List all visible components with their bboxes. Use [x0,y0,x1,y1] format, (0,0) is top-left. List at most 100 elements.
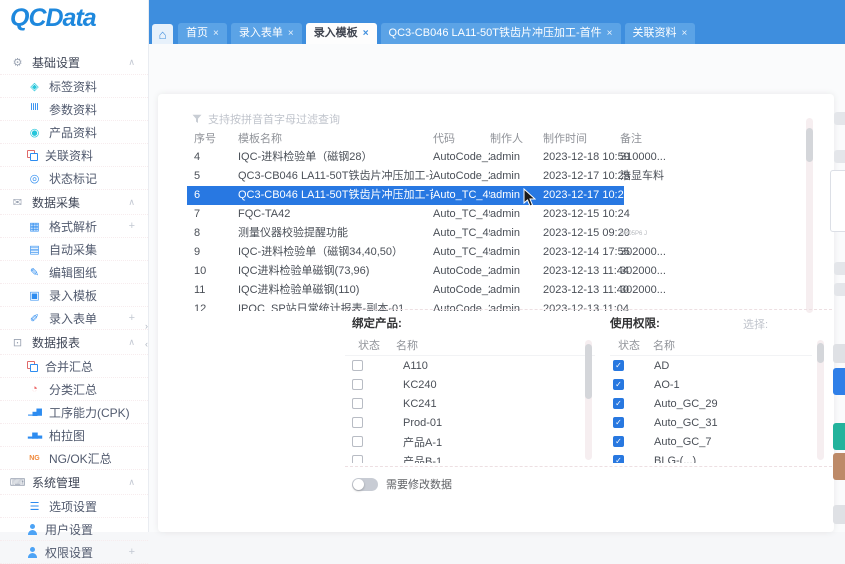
list-item[interactable]: AD [610,356,812,375]
sidebar-item[interactable]: ▁▄▇ 工序能力(CPK) [0,401,148,424]
tab[interactable]: 录入表单 [231,23,302,44]
sidebar-item[interactable]: ◈ 标签资料 [0,75,148,98]
pane-expand-handle-icon[interactable]: › [145,322,148,331]
permissions-scrollbar[interactable] [817,340,824,460]
sidebar-item[interactable]: ◎ 状态标记 [0,167,148,190]
product-checkbox[interactable] [352,436,363,447]
table-row[interactable]: 11 IQC进料检验单磁钢(110) AutoCode_20... admin … [187,281,672,300]
sidebar-item[interactable]: 关联资料 [0,144,148,167]
clipped-button[interactable] [833,505,845,524]
product-checkbox[interactable] [352,360,363,371]
list-item[interactable]: AO-1 [610,375,812,394]
sidebar-item[interactable]: ◉ 产品资料 [0,121,148,144]
sidebar-item[interactable]: ⚙ 基础设置 [0,50,148,75]
sidebar-item[interactable]: ✐ 录入表单 [0,307,148,330]
cell-code: AutoCode_20... [433,262,490,281]
sidebar-item[interactable]: 用户设置 [0,518,148,541]
ngok-icon: NG [27,455,42,462]
tab-close-icon[interactable] [213,23,219,44]
tab[interactable]: 关联资料 [625,23,696,44]
sidebar: QCData ⚙ 基础设置 ◈ 标签资料 ≣ 参数资料 [0,0,149,532]
clipped-button[interactable] [833,344,845,363]
clipped-button[interactable] [834,283,845,296]
table-row[interactable]: 5 QC3-CB046 LA11-50T铁齿片冲压加工-巡检 AutoCode_… [187,167,672,186]
permission-checkbox[interactable] [613,360,624,371]
clipped-button[interactable] [834,150,845,163]
sidebar-item[interactable]: 合并汇总 [0,355,148,378]
sidebar-item[interactable]: ≣ 参数资料 [0,98,148,121]
sidebar-item[interactable]: ▦ 格式解析 [0,215,148,238]
expand-plus-icon[interactable] [129,546,135,558]
list-item[interactable]: 产品B-1 [345,451,595,463]
product-checkbox[interactable] [352,417,363,428]
tab[interactable]: 首页 [178,23,227,44]
product-checkbox[interactable] [352,455,363,463]
tab-close-icon[interactable] [682,23,688,44]
system-icon: ⌨ [10,476,25,489]
permissions-select-link[interactable]: 选择: [743,316,768,332]
collapse-caret-icon[interactable] [128,197,135,208]
permission-checkbox[interactable] [613,417,624,428]
list-item[interactable]: A110 [345,356,595,375]
expand-plus-icon[interactable] [129,220,135,232]
sidebar-item[interactable]: ⊡ 数据报表 [0,330,148,355]
clipped-button-brown[interactable] [833,453,845,480]
table-scrollbar[interactable] [806,118,813,313]
permission-checkbox[interactable] [613,436,624,447]
list-item[interactable]: KC240 [345,375,595,394]
permission-checkbox[interactable] [613,398,624,409]
sidebar-item[interactable]: 权限设置 [0,541,148,564]
table-row[interactable]: 10 IQC进料检验单磁钢(73,96) AutoCode_20... admi… [187,262,672,281]
sidebar-item[interactable]: ✉ 数据采集 [0,190,148,215]
collapse-caret-icon[interactable] [128,337,135,348]
col-header-time: 制作时间 [543,130,620,148]
list-item[interactable]: 产品A-1 [345,432,595,451]
list-item[interactable]: Auto_GC_31 [610,413,812,432]
clipped-button[interactable] [834,262,845,275]
product-checkbox[interactable] [352,379,363,390]
home-tab-button[interactable] [152,24,173,44]
sidebar-item[interactable]: ☰ 选项设置 [0,495,148,518]
sidebar-item[interactable]: ⌨ 系统管理 [0,470,148,495]
expand-plus-icon[interactable] [129,312,135,324]
list-item[interactable]: KC241 [345,394,595,413]
sidebar-item[interactable]: ◔ 分类汇总 [0,378,148,401]
table-row[interactable]: 7 FQC-TA42 Auto_TC_498 admin 2023-12-15 … [187,205,672,224]
permission-checkbox[interactable] [613,379,624,390]
product-name: A110 [403,360,428,372]
collapse-caret-icon[interactable] [128,57,135,68]
sidebar-item[interactable]: ▂▆▃ 柏拉图 [0,424,148,447]
list-item[interactable]: Auto_GC_29 [610,394,812,413]
table-row[interactable]: 6 QC3-CB046 LA11-50T铁齿片冲压加工-首件 Auto_TC_4… [187,186,672,205]
tab-close-icon[interactable] [363,23,369,44]
table-row[interactable]: 8 测量仪器校验提醒功能 Auto_TC_497 admin 2023-12-1… [187,224,672,243]
bind-products-list-header: 状态 名称 [345,337,595,356]
cell-note: 302000... [620,243,672,262]
sidebar-item[interactable]: ✎ 编辑图纸 [0,261,148,284]
products-scrollbar[interactable] [585,340,592,460]
list-item[interactable]: Prod-01 [345,413,595,432]
sidebar-item[interactable]: ▣ 录入模板 [0,284,148,307]
tab-close-icon[interactable] [288,23,294,44]
collapse-caret-icon[interactable] [128,477,135,488]
tab[interactable]: 录入模板 [306,23,377,44]
cell-seq: 7 [187,205,238,224]
list-item[interactable]: Auto_GC_7 [610,432,812,451]
sidebar-item[interactable]: NG NG/OK汇总 [0,447,148,470]
table-row[interactable]: 9 IQC-进料检验单（磁钢34,40,50） Auto_TC_496 admi… [187,243,672,262]
clipped-button-teal[interactable] [833,423,845,450]
permission-checkbox[interactable] [613,455,624,463]
tab-close-icon[interactable] [607,23,613,44]
tab[interactable]: QC3-CB046 LA11-50T铁齿片冲压加工-首件 [381,23,621,44]
modify-data-toggle[interactable] [352,478,378,491]
products-scrollbar-thumb[interactable] [585,344,592,399]
product-checkbox[interactable] [352,398,363,409]
table-row[interactable]: 4 IQC-进料检验单（磁钢28） AutoCode_20... admin 2… [187,148,672,167]
table-scrollbar-thumb[interactable] [806,128,813,162]
clipped-button[interactable] [834,112,845,125]
sidebar-item[interactable]: ▤ 自动采集 [0,238,148,261]
clipped-button-blue[interactable] [833,368,845,395]
pane-collapse-handle-icon[interactable]: ‹ [145,340,148,349]
list-item[interactable]: BLG-(...) [610,451,812,463]
permissions-scrollbar-thumb[interactable] [817,343,824,363]
